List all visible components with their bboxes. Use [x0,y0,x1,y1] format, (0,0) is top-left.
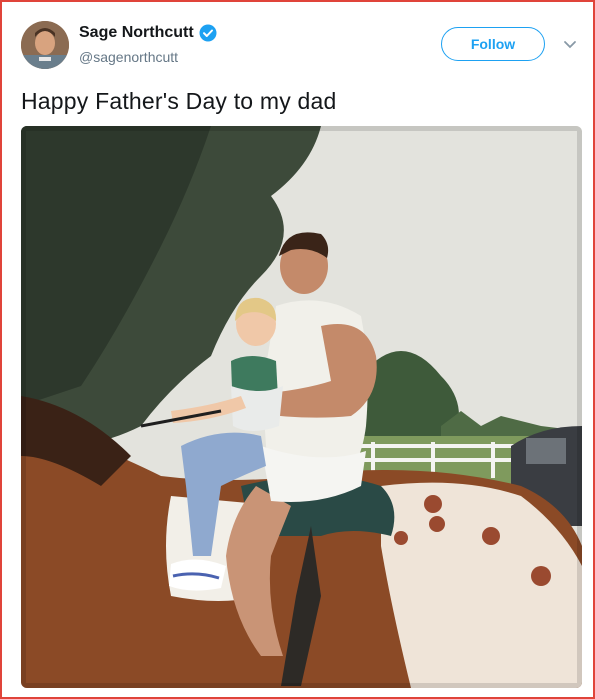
tweet-card: Sage Northcutt @sagenorthcutt Follow Hap… [0,0,595,699]
author-avatar[interactable] [21,21,69,69]
follow-button[interactable]: Follow [441,27,545,61]
chevron-down-icon[interactable] [562,38,578,50]
author-handle[interactable]: @sagenorthcutt [79,49,178,65]
author-name-row: Sage Northcutt [79,24,217,42]
tweet-photo[interactable] [21,126,582,688]
tweet-text: Happy Father's Day to my dad [21,88,337,114]
verified-badge-icon [199,24,217,42]
author-name[interactable]: Sage Northcutt [79,24,194,42]
